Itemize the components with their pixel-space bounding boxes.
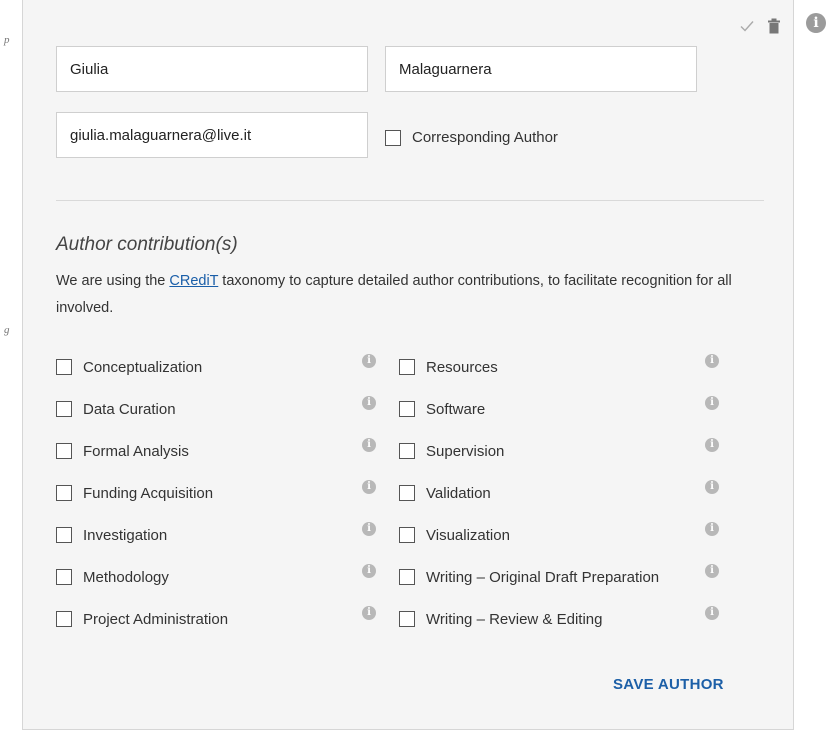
contribution-checkbox[interactable] bbox=[56, 359, 72, 375]
contribution-checkbox[interactable] bbox=[56, 611, 72, 627]
contribution-label: Resources bbox=[426, 358, 498, 376]
contribution-item[interactable]: Formal Analysis i bbox=[56, 436, 376, 478]
contribution-label: Writing – Review & Editing bbox=[426, 610, 603, 628]
contribution-item[interactable]: Methodology i bbox=[56, 562, 376, 604]
contribution-label: Investigation bbox=[83, 526, 168, 544]
contribution-checkbox[interactable] bbox=[399, 401, 415, 417]
contribution-item[interactable]: Conceptualization i bbox=[56, 352, 376, 394]
contribution-list-left: Conceptualization i Data Curation i Formal… bbox=[56, 352, 376, 646]
contribution-item[interactable]: Writing – Review & Editing i bbox=[399, 604, 719, 646]
info-icon[interactable]: i bbox=[705, 606, 719, 620]
contribution-item[interactable]: Writing – Original Draft Preparation i bbox=[399, 562, 719, 604]
contribution-heading: Author contribution(s) bbox=[56, 234, 238, 255]
contribution-item[interactable]: Funding Acquisition i bbox=[56, 478, 376, 520]
contribution-checkbox[interactable] bbox=[399, 443, 415, 459]
info-icon[interactable]: i bbox=[362, 522, 376, 536]
last-name-input[interactable] bbox=[385, 46, 697, 92]
contribution-checkbox[interactable] bbox=[56, 485, 72, 501]
contribution-item[interactable]: Investigation i bbox=[56, 520, 376, 562]
contribution-label: Writing – Original Draft Preparation bbox=[426, 568, 660, 586]
contribution-label: Project Administration bbox=[83, 610, 229, 628]
contribution-item[interactable]: Visualization i bbox=[399, 520, 719, 562]
contribution-checkbox[interactable] bbox=[399, 611, 415, 627]
info-icon[interactable]: i bbox=[705, 564, 719, 578]
info-icon[interactable]: i bbox=[705, 354, 719, 368]
contribution-item[interactable]: Validation i bbox=[399, 478, 719, 520]
contribution-label: Software bbox=[426, 400, 486, 418]
info-icon[interactable]: i bbox=[362, 438, 376, 452]
contribution-checkbox[interactable] bbox=[56, 569, 72, 585]
check-icon[interactable] bbox=[739, 18, 755, 34]
info-icon[interactable]: i bbox=[362, 354, 376, 368]
contribution-item[interactable]: Project Administration i bbox=[56, 604, 376, 646]
corresponding-author-label: Corresponding Author bbox=[412, 129, 558, 146]
contribution-item[interactable]: Software i bbox=[399, 394, 719, 436]
author-card: Corresponding Author Author contribution… bbox=[22, 0, 794, 730]
contribution-label: Methodology bbox=[83, 568, 169, 586]
contribution-item[interactable]: Resources i bbox=[399, 352, 719, 394]
info-icon[interactable]: i bbox=[705, 396, 719, 410]
contribution-label: Funding Acquisition bbox=[83, 484, 214, 502]
info-icon[interactable]: i bbox=[362, 396, 376, 410]
divider bbox=[56, 200, 764, 201]
contribution-label: Supervision bbox=[426, 442, 505, 460]
contribution-checkbox[interactable] bbox=[56, 443, 72, 459]
contribution-label: Visualization bbox=[426, 526, 510, 544]
contribution-checkbox[interactable] bbox=[399, 359, 415, 375]
contribution-checkbox[interactable] bbox=[56, 401, 72, 417]
contribution-checkbox[interactable] bbox=[56, 527, 72, 543]
contribution-item[interactable]: Data Curation i bbox=[56, 394, 376, 436]
info-icon[interactable]: i bbox=[806, 13, 826, 33]
save-author-button[interactable]: SAVE AUTHOR bbox=[613, 676, 724, 693]
edge-mark-top: p bbox=[4, 34, 10, 46]
contribution-checkbox[interactable] bbox=[399, 527, 415, 543]
contribution-label: Validation bbox=[426, 484, 491, 502]
email-input[interactable] bbox=[56, 112, 368, 158]
edge-mark-middle: g bbox=[4, 324, 10, 336]
trash-icon[interactable] bbox=[767, 18, 781, 34]
card-actions bbox=[739, 18, 781, 34]
corresponding-author-toggle[interactable]: Corresponding Author bbox=[385, 129, 558, 146]
info-icon[interactable]: i bbox=[362, 564, 376, 578]
contribution-label: Data Curation bbox=[83, 400, 176, 418]
info-icon[interactable]: i bbox=[705, 480, 719, 494]
desc-text-pre: We are using the bbox=[56, 273, 170, 289]
info-icon[interactable]: i bbox=[705, 438, 719, 452]
first-name-input[interactable] bbox=[56, 46, 368, 92]
contribution-item[interactable]: Supervision i bbox=[399, 436, 719, 478]
info-icon[interactable]: i bbox=[362, 606, 376, 620]
contribution-description: We are using the CRediT taxonomy to capt… bbox=[56, 268, 771, 322]
info-icon[interactable]: i bbox=[362, 480, 376, 494]
contribution-label: Formal Analysis bbox=[83, 442, 189, 460]
corresponding-author-checkbox[interactable] bbox=[385, 129, 401, 146]
contribution-checkbox[interactable] bbox=[399, 569, 415, 585]
contribution-checkbox[interactable] bbox=[399, 485, 415, 501]
contribution-label: Conceptualization bbox=[83, 358, 203, 376]
contribution-list-right: Resources i Software i Supervision i Valida… bbox=[399, 352, 719, 646]
credit-link[interactable]: CRediT bbox=[169, 273, 218, 289]
info-icon[interactable]: i bbox=[705, 522, 719, 536]
